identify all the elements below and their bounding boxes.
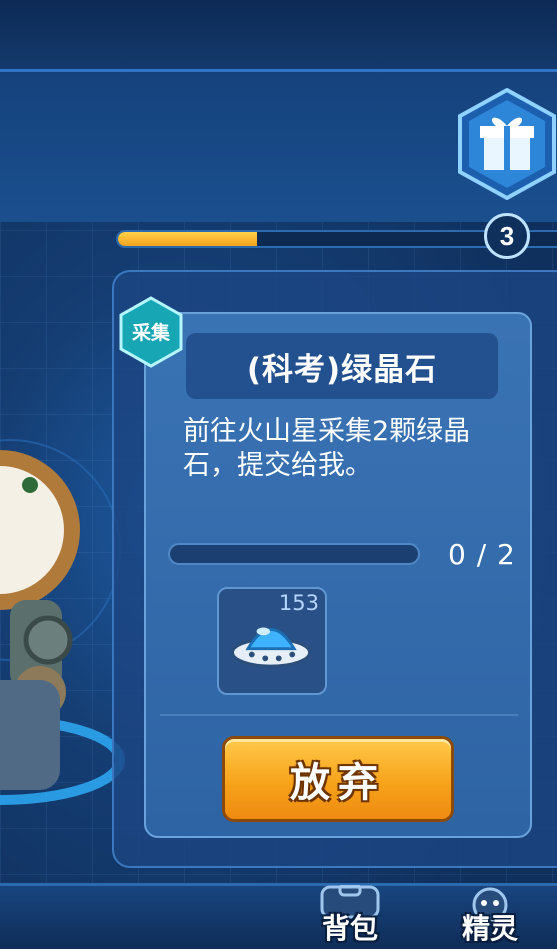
quest-title-box: (科考)绿晶石 bbox=[186, 333, 498, 399]
sprite-button[interactable]: 精灵 bbox=[440, 885, 540, 949]
top-band bbox=[0, 0, 557, 72]
backpack-button[interactable]: 背包 bbox=[300, 885, 400, 949]
reward-progress-fill bbox=[118, 232, 257, 246]
reward-level-badge: 3 bbox=[484, 213, 530, 259]
reward-progress-bar bbox=[116, 230, 506, 248]
panel-divider bbox=[160, 714, 518, 716]
game-screen: 3 采集 (科考)绿晶石 前往火山星采集2颗绿晶石，提交给我。 0 / 2 15… bbox=[0, 0, 557, 949]
quest-title: (科考)绿晶石 bbox=[246, 351, 438, 388]
quest-description: 前往火山星采集2颗绿晶石，提交给我。 bbox=[183, 416, 471, 481]
ufo-icon bbox=[231, 627, 311, 668]
character-illustration bbox=[0, 439, 125, 805]
collect-tag-badge: 采集 bbox=[119, 296, 183, 368]
backpack-label: 背包 bbox=[321, 912, 378, 945]
abandon-button[interactable]: 放弃 bbox=[222, 736, 454, 822]
reward-item-slot[interactable]: 153 bbox=[217, 587, 327, 695]
gift-icon[interactable] bbox=[456, 88, 557, 200]
quest-progress-bar bbox=[168, 543, 420, 565]
abandon-button-label: 放弃 bbox=[290, 760, 386, 806]
quest-progress-count: 0 / 2 bbox=[448, 538, 516, 571]
sprite-label: 精灵 bbox=[461, 912, 518, 945]
collect-tag-label: 采集 bbox=[132, 321, 171, 344]
